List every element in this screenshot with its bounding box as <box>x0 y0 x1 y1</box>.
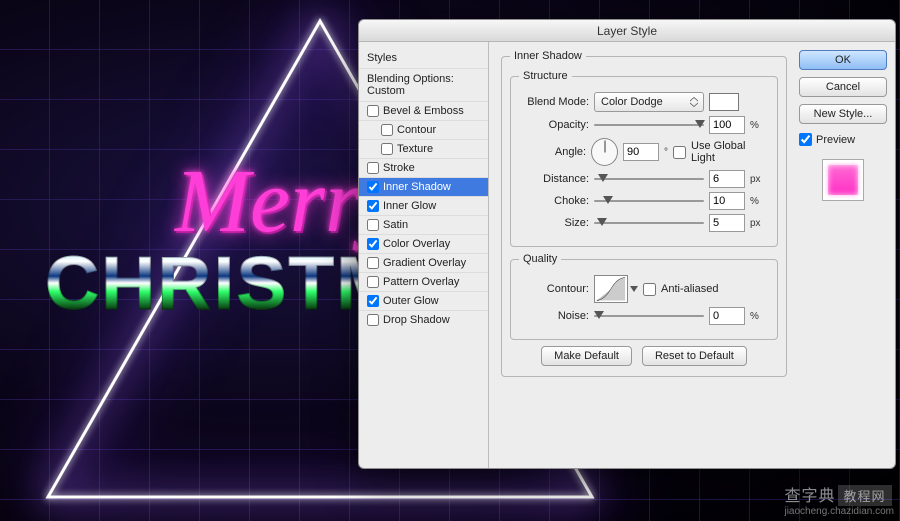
blend-mode-label: Blend Mode: <box>519 96 589 108</box>
contour-label: Contour: <box>519 283 589 295</box>
style-item-color-overlay[interactable]: Color Overlay <box>359 234 488 253</box>
style-item-inner-shadow[interactable]: Inner Shadow <box>359 177 488 196</box>
style-checkbox[interactable] <box>367 162 379 174</box>
style-item-contour[interactable]: Contour <box>359 120 488 139</box>
new-style-button[interactable]: New Style... <box>799 104 887 124</box>
style-item-label: Pattern Overlay <box>383 276 459 288</box>
angle-label: Angle: <box>519 146 586 158</box>
unit-percent: % <box>750 311 759 322</box>
style-item-inner-glow[interactable]: Inner Glow <box>359 196 488 215</box>
anti-aliased-checkbox[interactable] <box>643 283 656 296</box>
cancel-button[interactable]: Cancel <box>799 77 887 97</box>
choke-label: Choke: <box>519 195 589 207</box>
choke-slider[interactable] <box>594 194 704 208</box>
angle-dial[interactable] <box>591 138 618 166</box>
style-item-label: Contour <box>397 124 436 136</box>
style-item-label: Inner Shadow <box>383 181 451 193</box>
style-checkbox[interactable] <box>367 238 379 250</box>
ok-button[interactable]: OK <box>799 50 887 70</box>
styles-list: Styles Blending Options: Custom Bevel & … <box>359 42 489 468</box>
blending-options[interactable]: Blending Options: Custom <box>359 68 488 101</box>
style-item-label: Bevel & Emboss <box>383 105 464 117</box>
chevron-down-icon <box>630 286 638 292</box>
opacity-slider[interactable] <box>594 118 704 132</box>
angle-input[interactable] <box>623 143 659 161</box>
layer-style-dialog: Layer Style Styles Blending Options: Cus… <box>358 19 896 469</box>
style-item-label: Texture <box>397 143 433 155</box>
size-label: Size: <box>519 217 589 229</box>
structure-group: Structure Blend Mode: Color Dodge Opacit… <box>510 70 778 247</box>
unit-px: px <box>750 218 761 229</box>
style-checkbox[interactable] <box>367 219 379 231</box>
style-item-stroke[interactable]: Stroke <box>359 158 488 177</box>
style-item-label: Gradient Overlay <box>383 257 466 269</box>
unit-degree: ° <box>664 147 668 158</box>
effect-settings: Inner Shadow Structure Blend Mode: Color… <box>489 42 797 468</box>
style-item-label: Inner Glow <box>383 200 436 212</box>
style-checkbox[interactable] <box>367 181 379 193</box>
choke-input[interactable] <box>709 192 745 210</box>
noise-label: Noise: <box>519 310 589 322</box>
preview-swatch <box>822 159 864 201</box>
anti-aliased-label: Anti-aliased <box>661 283 718 295</box>
style-checkbox[interactable] <box>381 143 393 155</box>
style-checkbox[interactable] <box>367 200 379 212</box>
style-checkbox[interactable] <box>381 124 393 136</box>
shadow-color-swatch[interactable] <box>709 93 739 111</box>
unit-px: px <box>750 174 761 185</box>
distance-slider[interactable] <box>594 172 704 186</box>
style-checkbox[interactable] <box>367 276 379 288</box>
size-input[interactable] <box>709 214 745 232</box>
noise-slider[interactable] <box>594 309 704 323</box>
style-item-gradient-overlay[interactable]: Gradient Overlay <box>359 253 488 272</box>
distance-label: Distance: <box>519 173 589 185</box>
style-item-outer-glow[interactable]: Outer Glow <box>359 291 488 310</box>
style-item-label: Stroke <box>383 162 415 174</box>
opacity-input[interactable] <box>709 116 745 134</box>
blend-mode-select[interactable]: Color Dodge <box>594 92 704 112</box>
style-checkbox[interactable] <box>367 295 379 307</box>
distance-input[interactable] <box>709 170 745 188</box>
style-item-label: Satin <box>383 219 408 231</box>
noise-input[interactable] <box>709 307 745 325</box>
text-christmas: CHRISTM <box>45 240 401 326</box>
unit-percent: % <box>750 120 759 131</box>
style-checkbox[interactable] <box>367 105 379 117</box>
preview-label: Preview <box>816 134 855 146</box>
style-item-bevel-emboss[interactable]: Bevel & Emboss <box>359 101 488 120</box>
opacity-label: Opacity: <box>519 119 589 131</box>
inner-shadow-group: Inner Shadow Structure Blend Mode: Color… <box>501 50 787 377</box>
use-global-light-checkbox[interactable] <box>673 146 686 159</box>
reset-default-button[interactable]: Reset to Default <box>642 346 747 366</box>
use-global-light-label: Use Global Light <box>691 140 769 164</box>
quality-group: Quality Contour: Anti-aliased Noise: <box>510 253 778 340</box>
dialog-buttons: OK Cancel New Style... Preview <box>797 42 895 468</box>
unit-percent: % <box>750 196 759 207</box>
style-item-label: Drop Shadow <box>383 314 450 326</box>
style-checkbox[interactable] <box>367 314 379 326</box>
size-slider[interactable] <box>594 216 704 230</box>
contour-picker[interactable] <box>594 275 628 303</box>
style-item-label: Outer Glow <box>383 295 439 307</box>
style-item-texture[interactable]: Texture <box>359 139 488 158</box>
style-checkbox[interactable] <box>367 257 379 269</box>
panel-title: Inner Shadow <box>510 50 586 62</box>
styles-header[interactable]: Styles <box>359 48 488 68</box>
style-item-satin[interactable]: Satin <box>359 215 488 234</box>
make-default-button[interactable]: Make Default <box>541 346 632 366</box>
structure-title: Structure <box>519 70 572 82</box>
dialog-title: Layer Style <box>359 20 895 42</box>
style-item-label: Color Overlay <box>383 238 450 250</box>
quality-title: Quality <box>519 253 561 265</box>
preview-checkbox[interactable] <box>799 133 812 146</box>
watermark: 查字典教程网 jiaocheng.chazidian.com <box>784 482 894 517</box>
style-item-drop-shadow[interactable]: Drop Shadow <box>359 310 488 329</box>
style-item-pattern-overlay[interactable]: Pattern Overlay <box>359 272 488 291</box>
